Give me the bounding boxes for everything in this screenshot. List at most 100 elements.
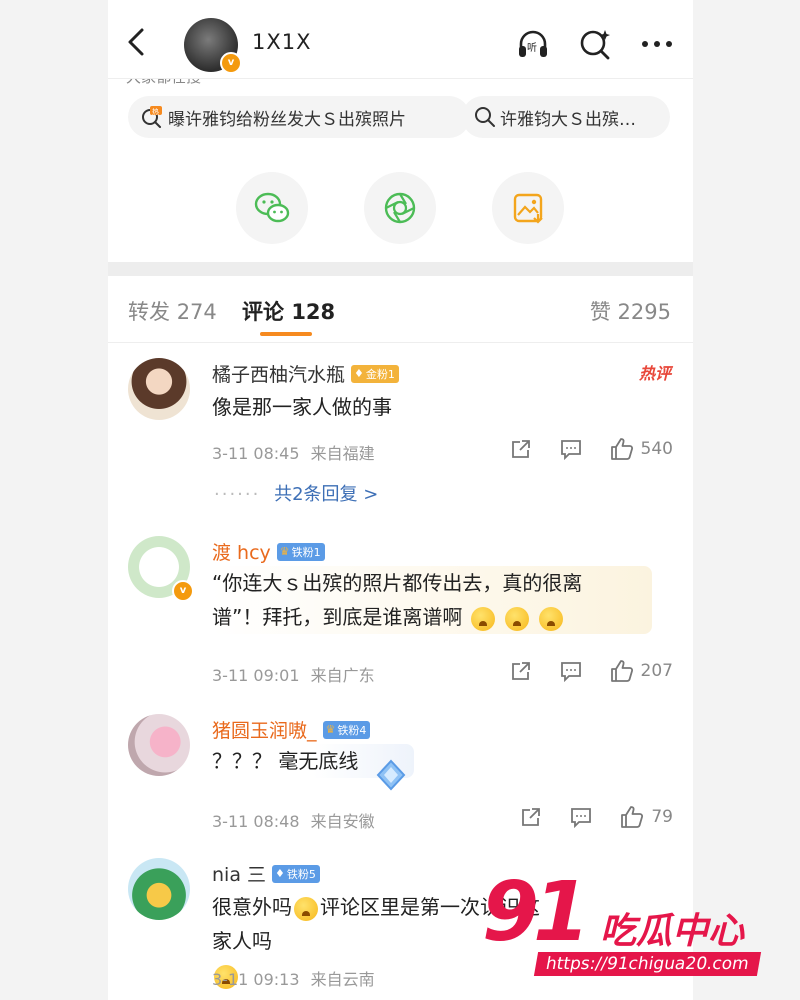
section-divider bbox=[108, 262, 693, 276]
like-comment-button[interactable]: 540 bbox=[609, 436, 673, 462]
commenter-avatar[interactable] bbox=[128, 714, 190, 776]
watermark-url: https://91chigua20.com bbox=[533, 952, 761, 976]
share-options bbox=[108, 172, 693, 248]
comment-bubble-icon bbox=[560, 440, 581, 461]
top-actions: 听 bbox=[515, 26, 675, 62]
back-button[interactable] bbox=[120, 22, 152, 62]
commenter-avatar[interactable]: v bbox=[128, 536, 194, 602]
weibo-post-screen: v 1X1X 听 热 曝许雅钧给粉丝发大Ｓ出殡照片 许雅钧大Ｓ出殡… 转发 27… bbox=[108, 0, 693, 1000]
view-replies-link[interactable]: ······ 共2条回复 > bbox=[214, 480, 378, 506]
search-chip-1[interactable]: 热 曝许雅钧给粉丝发大Ｓ出殡照片 bbox=[128, 96, 470, 138]
trending-searches: 热 曝许雅钧给粉丝发大Ｓ出殡照片 许雅钧大Ｓ出殡… bbox=[108, 96, 693, 142]
sweat-smile-emoji-icon bbox=[294, 896, 318, 921]
comment-location: 来自云南 bbox=[310, 970, 375, 989]
sad-emoji-icon bbox=[470, 606, 495, 631]
tab-likes-label: 赞 bbox=[589, 300, 611, 324]
author-avatar[interactable]: v bbox=[184, 18, 242, 74]
sad-emoji-icon bbox=[539, 606, 564, 631]
comment-actions: 207 bbox=[509, 658, 673, 684]
author-name[interactable]: 1X1X bbox=[252, 30, 312, 54]
like-count: 540 bbox=[640, 439, 673, 459]
comment-text: 像是那一家人做的事 bbox=[212, 395, 392, 419]
search-spark-icon bbox=[580, 30, 610, 60]
commenter-avatar[interactable] bbox=[128, 858, 190, 920]
fan-badge-label: 铁粉1 bbox=[291, 545, 321, 559]
moments-icon bbox=[384, 192, 416, 224]
fan-badge-icon: ♦ bbox=[354, 367, 364, 380]
chevron-left-icon bbox=[128, 28, 144, 56]
commenter-name[interactable]: nia 三 bbox=[212, 860, 266, 887]
repost-comment-button[interactable] bbox=[509, 437, 533, 461]
fan-badge: ♛ 铁粉1 bbox=[276, 542, 325, 561]
thumbs-up-icon bbox=[610, 438, 633, 460]
commenter-name[interactable]: 猪圆玉润嗷_ bbox=[212, 716, 317, 743]
comment-item: 橘子西柚汽水瓶 ♦ 金粉1 热评 像是那一家人做的事 3-11 08:45 来自… bbox=[108, 350, 693, 518]
comment-meta: 3-11 08:48 来自安徽 bbox=[212, 808, 375, 832]
svg-text:听: 听 bbox=[527, 42, 537, 54]
thumbs-up-icon bbox=[621, 806, 644, 828]
comment-time: 3-11 08:48 bbox=[212, 812, 300, 831]
comment-text: ？？？ 毫无底线 bbox=[212, 749, 359, 773]
repost-comment-button[interactable] bbox=[509, 659, 533, 683]
commenter-name[interactable]: 橘子西柚汽水瓶 bbox=[212, 360, 345, 387]
reply-comment-button[interactable] bbox=[569, 805, 593, 829]
share-out-icon bbox=[511, 662, 530, 680]
fan-badge-label: 金粉1 bbox=[365, 367, 395, 381]
tab-comments-count: 128 bbox=[291, 300, 336, 324]
share-moments-button[interactable] bbox=[364, 172, 436, 244]
like-comment-button[interactable]: 79 bbox=[619, 804, 673, 830]
fan-badge: ♛ 铁粉4 bbox=[322, 720, 371, 739]
more-dots-icon bbox=[642, 41, 672, 47]
tab-likes[interactable]: 赞 2295 bbox=[590, 296, 671, 326]
tab-repost[interactable]: 转发 274 bbox=[128, 296, 217, 326]
fan-badge-label: 铁粉4 bbox=[337, 723, 367, 737]
like-count: 207 bbox=[640, 661, 673, 681]
repost-comment-button[interactable] bbox=[519, 805, 543, 829]
comment-item: v 渡 hcy ♛ 铁粉1 “你连大ｓ出殡的照片都传出去，真的很离 谱”！拜托，… bbox=[108, 530, 693, 700]
comment-meta: 3-11 09:01 来自广东 bbox=[212, 662, 375, 686]
headphones-icon: 听 bbox=[519, 30, 547, 57]
search-icon bbox=[475, 107, 495, 127]
fan-badge: ♦ 铁粉5 bbox=[272, 864, 320, 883]
watermark-number: 91 bbox=[482, 865, 590, 960]
reply-comment-button[interactable] bbox=[559, 659, 583, 683]
commenter-name-row: 渡 hcy ♛ 铁粉1 bbox=[212, 538, 325, 565]
comment-text-block: “你连大ｓ出殡的照片都传出去，真的很离 谱”！拜托，到底是谁离谱啊 bbox=[212, 566, 652, 634]
more-button[interactable] bbox=[639, 26, 675, 62]
commenter-name-row: 橘子西柚汽水瓶 ♦ 金粉1 bbox=[212, 360, 399, 387]
search-chip-label: 曝许雅钧给粉丝发大Ｓ出殡照片 bbox=[168, 109, 406, 130]
top-bar: v 1X1X 听 bbox=[108, 0, 693, 79]
crown-icon: ♛ bbox=[325, 723, 336, 736]
like-comment-button[interactable]: 207 bbox=[609, 658, 673, 684]
comment-bubble-icon bbox=[560, 662, 581, 683]
save-image-icon bbox=[513, 193, 543, 224]
diamond-sticker-icon bbox=[376, 759, 406, 791]
view-replies-label: 共2条回复 > bbox=[274, 484, 379, 505]
comment-text-line: “你连大ｓ出殡的照片都传出去，真的很离 bbox=[212, 571, 583, 595]
save-image-button[interactable] bbox=[492, 172, 564, 244]
wechat-icon bbox=[254, 192, 290, 223]
hot-search-icon: 热 bbox=[142, 106, 162, 128]
commenter-avatar[interactable] bbox=[128, 358, 190, 420]
reply-comment-button[interactable] bbox=[559, 437, 583, 461]
commenter-name[interactable]: 渡 hcy bbox=[212, 538, 271, 565]
svg-text:热: 热 bbox=[152, 107, 159, 116]
search-chip-2[interactable]: 许雅钧大Ｓ出殡… bbox=[462, 96, 670, 138]
commenter-name-row: 猪圆玉润嗷_ ♛ 铁粉4 bbox=[212, 716, 371, 743]
tab-comments[interactable]: 评论 128 bbox=[242, 296, 335, 326]
search-button[interactable] bbox=[577, 26, 613, 62]
comment-text: 谱”！拜托，到底是谁离谱啊 bbox=[212, 605, 463, 629]
comment-time: 3-11 09:01 bbox=[212, 666, 300, 685]
verified-badge-icon: v bbox=[220, 52, 242, 74]
thumbs-up-icon bbox=[610, 660, 633, 682]
commenter-name-row: nia 三 ♦ 铁粉5 bbox=[212, 860, 320, 887]
like-count: 79 bbox=[651, 807, 673, 827]
tab-comments-label: 评论 bbox=[242, 300, 284, 324]
share-wechat-button[interactable] bbox=[236, 172, 308, 244]
comment-bubble-icon bbox=[571, 808, 592, 829]
share-out-icon bbox=[511, 440, 530, 458]
comment-actions: 79 bbox=[519, 804, 673, 830]
listen-button[interactable]: 听 bbox=[515, 26, 551, 62]
tab-repost-label: 转发 bbox=[128, 300, 170, 324]
hot-comment-badge: 热评 bbox=[638, 364, 671, 383]
